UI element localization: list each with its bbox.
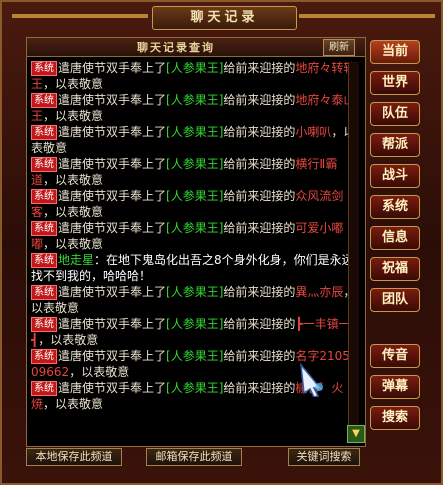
item-link: [人参果王] <box>166 285 224 299</box>
window-title: 聊天记录 <box>152 6 297 30</box>
message-text: 遣唐使节双手奉上了 <box>58 285 167 299</box>
message-text: 遣唐使节双手奉上了 <box>58 93 167 107</box>
arrow-cursor-icon <box>300 363 323 397</box>
channel-tab[interactable]: 传音 <box>370 344 420 368</box>
channel-tab[interactable]: 祝福 <box>370 257 420 281</box>
message-text: ，以表敬意 <box>43 397 104 411</box>
message-text: 遣唐使节双手奉上了 <box>58 61 167 75</box>
system-tag: 系统 <box>31 221 57 236</box>
channel-tab[interactable]: 信息 <box>370 226 420 250</box>
tab-spacer <box>370 319 422 344</box>
item-link: [人参果王] <box>166 221 224 235</box>
channel-tab[interactable]: 战斗 <box>370 164 420 188</box>
message-text: 给前来迎接的 <box>223 61 296 75</box>
message-text: 遣唐使节双手奉上了 <box>58 189 167 203</box>
system-tag: 系统 <box>31 349 57 364</box>
chat-message: 系统 遣唐使节双手奉上了[人参果王]给前来迎接的可爱小嘟嘟，以表敬意 <box>31 220 357 252</box>
channel-tab[interactable]: 团队 <box>370 288 420 312</box>
message-text: 给前来迎接的 <box>223 221 296 235</box>
chat-message: 系统 遣唐使节双手奉上了[人参果王]给前来迎接的小喇叭，以表敬意 <box>31 124 357 156</box>
chat-message: 系统 遣唐使节双手奉上了[人参果王]给前来迎接的地府々泰山王，以表敬意 <box>31 92 357 124</box>
panel-header: 聊天记录查询 刷新 <box>27 38 365 57</box>
message-text: 给前来迎接的 <box>223 93 296 107</box>
chat-message: 系统 遣唐使节双手奉上了[人参果王]给前来迎接的众风流剑客，以表敬意 <box>31 188 357 220</box>
scrollbar[interactable] <box>348 62 359 440</box>
chat-log-window: 聊天记录 聊天记录查询 刷新 系统 遣唐使节双手奉上了[人参果王]给前来迎接的地府… <box>0 0 443 485</box>
item-link: [人参果王] <box>166 317 224 331</box>
item-link: [人参果王] <box>166 125 224 139</box>
message-text: 遣唐使节双手奉上了 <box>58 157 167 171</box>
item-link: [人参果王] <box>166 349 224 363</box>
channel-tab[interactable]: 搜索 <box>370 406 420 430</box>
item-link: [人参果王] <box>166 93 224 107</box>
message-text: 给前来迎接的 <box>223 317 296 331</box>
message-text: ，以表敬意 <box>43 237 104 251</box>
chat-message: 系统 遣唐使节双手奉上了[人参果王]给前来迎接的地府々转轮王，以表敬意 <box>31 60 357 92</box>
chat-message: 系统遣唐使节双手奉上了[人参果王]给前来迎接的異灬亦辰，以表敬意 <box>31 284 357 316</box>
chat-message: 系统 地走星：在地下鬼岛化出吾之8个身外化身，你们是永远找不到我的，哈哈哈！ <box>31 252 357 284</box>
item-link: [人参果王] <box>166 61 224 75</box>
system-tag: 系统 <box>31 381 57 396</box>
message-text: ，以表敬意 <box>38 333 99 347</box>
scroll-down-icon[interactable]: ▼ <box>347 425 365 443</box>
system-tag: 系统 <box>31 157 57 172</box>
channel-tab[interactable]: 帮派 <box>370 133 420 157</box>
system-tag: 系统 <box>31 61 57 76</box>
message-text: ，以表敬意 <box>43 205 104 219</box>
email-save-button[interactable]: 邮箱保存此频道 <box>146 448 242 466</box>
chat-message: 系统 遣唐使节双手奉上了[人参果王]给前来迎接的横行Ⅱ霸道，以表敬意 <box>31 156 357 188</box>
keyword-search-button[interactable]: 关键词搜索 <box>288 448 360 466</box>
message-text: ，以表敬意 <box>43 77 104 91</box>
system-tag: 系统 <box>31 93 57 108</box>
message-text: 遣唐使节双手奉上了 <box>58 221 167 235</box>
channel-tab[interactable]: 世界 <box>370 71 420 95</box>
message-text: 遣唐使节双手奉上了 <box>58 317 167 331</box>
player-name: 小喇叭 <box>295 125 332 139</box>
message-text: 给前来迎接的 <box>223 285 296 299</box>
message-text: ，以表敬意 <box>69 365 130 379</box>
item-link: [人参果王] <box>166 189 224 203</box>
channel-tab[interactable]: 队伍 <box>370 102 420 126</box>
system-tag: 系统 <box>31 189 57 204</box>
bottom-toolbar: 本地保存此频道 邮箱保存此频道 关键词搜索 <box>26 448 426 468</box>
message-text: 遣唐使节双手奉上了 <box>58 125 167 139</box>
channel-tab[interactable]: 弹幕 <box>370 375 420 399</box>
chat-message: 系统 遣唐使节双手奉上了[人参果王]给前来迎接的┣一丰镇一┫，以表敬意 <box>31 316 357 348</box>
player-name: 異灬亦辰 <box>295 285 344 299</box>
title-ornament-right <box>299 14 435 18</box>
panel-title: 聊天记录查询 <box>137 41 215 54</box>
title-ornament-left <box>12 14 148 18</box>
message-text: 给前来迎接的 <box>223 125 296 139</box>
channel-tab[interactable]: 当前 <box>370 40 420 64</box>
message-text: 遣唐使节双手奉上了 <box>58 381 167 395</box>
refresh-button[interactable]: 刷新 <box>323 39 355 56</box>
system-tag: 系统 <box>31 285 57 300</box>
item-link: [人参果王] <box>166 381 224 395</box>
system-tag: 系统 <box>31 125 57 140</box>
npc-name: 地走星 <box>58 253 95 267</box>
message-text: ，以表敬意 <box>43 109 104 123</box>
message-text: 遣唐使节双手奉上了 <box>58 349 167 363</box>
message-text: 给前来迎接的 <box>223 349 296 363</box>
message-text: 给前来迎接的 <box>223 157 296 171</box>
message-text: ，以表敬意 <box>43 173 104 187</box>
channel-tabs: 当前世界队伍帮派战斗系统信息祝福团队传音弹幕搜索 <box>370 40 422 437</box>
message-text: 给前来迎接的 <box>223 381 296 395</box>
system-tag: 系统 <box>31 317 57 332</box>
save-local-button[interactable]: 本地保存此频道 <box>26 448 122 466</box>
system-tag: 系统 <box>31 253 57 268</box>
item-link: [人参果王] <box>166 157 224 171</box>
channel-tab[interactable]: 系统 <box>370 195 420 219</box>
message-text: 给前来迎接的 <box>223 189 296 203</box>
